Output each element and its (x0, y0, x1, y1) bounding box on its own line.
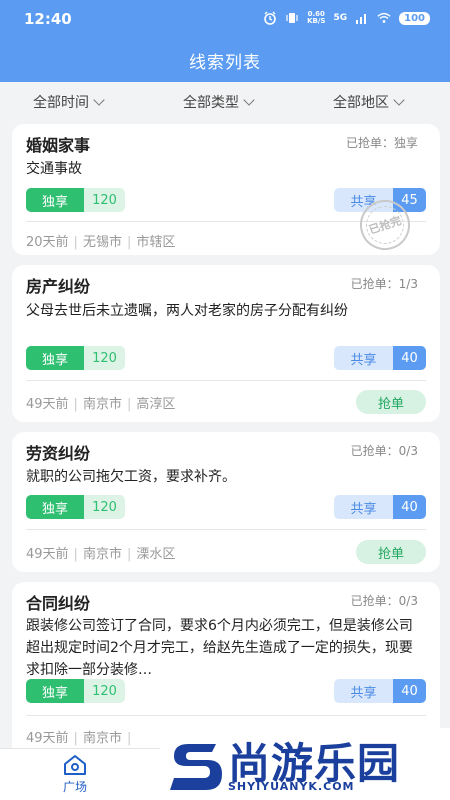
lead-meta: 49天前 | 南京市 | 溧水区 (26, 547, 176, 562)
battery-indicator: 100 (399, 11, 430, 25)
lead-category: 房产纠纷 (26, 277, 91, 296)
status-time: 12:40 (24, 10, 72, 28)
exclusive-price: 120 (84, 495, 125, 519)
lead-meta: 49天前 | 南京市 | 高淳区 (26, 397, 176, 412)
exclusive-price: 120 (84, 679, 125, 703)
exclusive-price: 120 (84, 346, 125, 370)
lead-card[interactable]: 婚姻家事 已抢单：独享 交通事故 独享 120 共享 45 20天前 | 无锡市 | 市… (12, 124, 440, 257)
lead-description: 跟装修公司签订了合同，要求6个月内必须完工，但是装修公司超出规定时间2个月才完工… (26, 618, 413, 678)
lead-description: 父母去世后未立遗嘱，两人对老家的房子分配有纠纷 (26, 303, 348, 319)
shared-label: 共享 (334, 495, 393, 519)
nav-home-label: 广场 (62, 780, 87, 794)
grab-status: 已抢单：0/3 (350, 594, 418, 608)
vibrate-icon (286, 13, 298, 23)
alarm-icon (264, 11, 276, 25)
lead-category: 劳资纠纷 (26, 444, 91, 463)
lead-days: 49天前 (26, 397, 69, 412)
exclusive-price-tag: 独享 120 (26, 346, 125, 370)
lead-category: 合同纠纷 (26, 594, 91, 613)
shared-price: 40 (393, 679, 426, 703)
grab-lead-button[interactable]: 抢单 (356, 390, 426, 414)
exclusive-label: 独享 (26, 495, 84, 519)
lead-district: 高淳区 (136, 397, 176, 412)
filter-time[interactable]: 全部时间 (33, 92, 105, 112)
card-divider (26, 715, 426, 716)
chevron-down-icon (393, 93, 405, 106)
lead-meta: 20天前 | 无锡市 | 市辖区 (26, 235, 176, 250)
nav-home[interactable]: 广场 (50, 753, 100, 795)
brand-watermark: 尚游乐园 SHYIYUANYK.COM (160, 728, 450, 800)
filter-time-label: 全部时间 (33, 95, 89, 111)
speed-unit: KB/S (307, 17, 326, 25)
lead-category: 婚姻家事 (26, 136, 91, 155)
shared-price-tag: 共享 40 (334, 679, 426, 703)
home-icon (64, 755, 86, 775)
lead-city: 南京市 (82, 547, 122, 562)
exclusive-price: 120 (84, 188, 125, 212)
status-icons: 0.60 KB/S 5G 100 (263, 11, 430, 25)
exclusive-label: 独享 (26, 679, 84, 703)
brand-url: SHYIYUANYK.COM (228, 780, 355, 793)
card-divider (26, 380, 426, 381)
chevron-down-icon (93, 93, 105, 106)
grab-status: 已抢单：0/3 (350, 444, 418, 458)
lead-city: 南京市 (82, 397, 122, 412)
lead-days: 49天前 (26, 547, 69, 562)
filter-region-label: 全部地区 (333, 95, 389, 111)
shared-label: 共享 (334, 346, 393, 370)
filter-type[interactable]: 全部类型 (183, 92, 255, 112)
shared-price: 40 (393, 495, 426, 519)
exclusive-price-tag: 独享 120 (26, 495, 125, 519)
chevron-down-icon (243, 93, 255, 106)
shared-price-tag: 共享 40 (334, 495, 426, 519)
card-divider (26, 529, 426, 530)
exclusive-label: 独享 (26, 188, 84, 212)
status-bar: 12:40 0.60 KB/S 5G 100 (0, 0, 450, 38)
grab-lead-button[interactable]: 抢单 (356, 540, 426, 564)
shared-price: 40 (393, 346, 426, 370)
lead-district: 市辖区 (136, 235, 176, 250)
lead-city: 南京市 (82, 731, 122, 746)
exclusive-label: 独享 (26, 346, 84, 370)
shared-label: 共享 (334, 679, 393, 703)
brand-logo-icon (170, 744, 222, 790)
page-title: 线索列表 (189, 53, 261, 73)
lead-city: 无锡市 (82, 235, 122, 250)
stamp-text: 已抢完 (367, 214, 403, 237)
filter-type-label: 全部类型 (183, 95, 239, 111)
lead-meta: 49天前 | 南京市 | (26, 731, 132, 746)
wifi-icon (377, 12, 391, 23)
exclusive-price-tag: 独享 120 (26, 679, 125, 703)
lead-days: 49天前 (26, 731, 69, 746)
network-speed: 0.60 KB/S (307, 11, 325, 25)
filter-region[interactable]: 全部地区 (333, 92, 405, 112)
grab-status: 已抢单：独享 (345, 136, 418, 150)
lead-card[interactable]: 劳资纠纷 已抢单：0/3 就职的公司拖欠工资，要求补齐。 独享 120 共享 4… (12, 432, 440, 572)
filter-bar: 全部时间 全部类型 全部地区 (0, 82, 450, 120)
signal-5g-label: 5G (333, 12, 348, 23)
lead-description: 交通事故 (26, 161, 82, 177)
app-header: 12:40 0.60 KB/S 5G 100 线索列表 (0, 0, 450, 82)
signal-bars-icon (356, 14, 367, 24)
shared-price-tag: 共享 40 (334, 346, 426, 370)
lead-card[interactable]: 房产纠纷 已抢单：1/3 父母去世后未立遗嘱，两人对老家的房子分配有纠纷 独享 … (12, 265, 440, 422)
exclusive-price-tag: 独享 120 (26, 188, 125, 212)
lead-description: 就职的公司拖欠工资，要求补齐。 (26, 469, 236, 485)
grab-status: 已抢单：1/3 (350, 277, 418, 291)
lead-district: 溧水区 (136, 547, 176, 562)
lead-days: 20天前 (26, 235, 69, 250)
